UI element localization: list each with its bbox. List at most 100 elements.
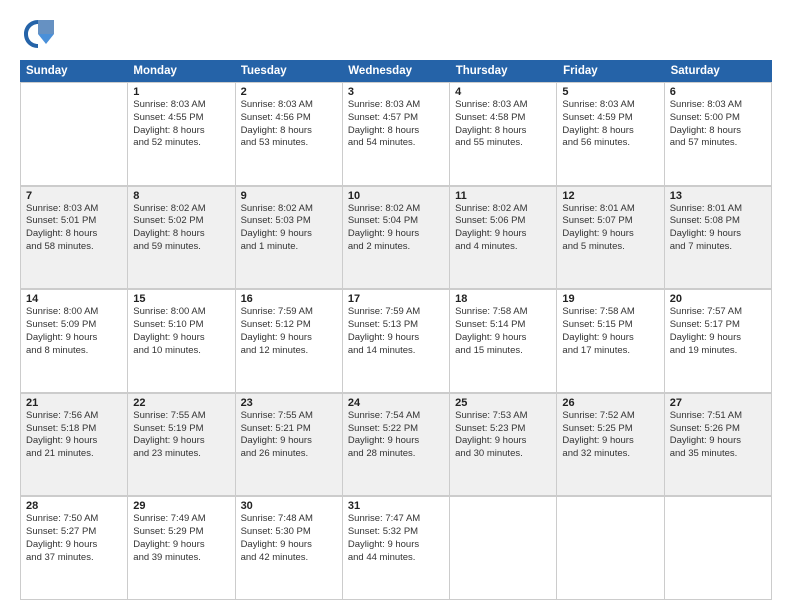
calendar-body: 1Sunrise: 8:03 AMSunset: 4:55 PMDaylight… xyxy=(20,82,772,600)
calendar-cell xyxy=(450,497,557,600)
day-number: 20 xyxy=(670,293,766,305)
logo-icon xyxy=(20,16,56,52)
cell-info-line: and 14 minutes. xyxy=(348,345,444,358)
calendar-cell: 31Sunrise: 7:47 AMSunset: 5:32 PMDayligh… xyxy=(343,497,450,600)
cell-info-line: and 42 minutes. xyxy=(241,552,337,565)
calendar-week: 1Sunrise: 8:03 AMSunset: 4:55 PMDaylight… xyxy=(20,82,772,186)
cell-info-line: Daylight: 8 hours xyxy=(455,125,551,138)
cell-info-line: Daylight: 8 hours xyxy=(241,125,337,138)
cell-info-line: Sunrise: 8:02 AM xyxy=(241,203,337,216)
calendar-cell: 28Sunrise: 7:50 AMSunset: 5:27 PMDayligh… xyxy=(21,497,128,600)
cell-info-line: Sunset: 5:22 PM xyxy=(348,423,444,436)
cell-info-line: Sunrise: 8:01 AM xyxy=(670,203,766,216)
page: SundayMondayTuesdayWednesdayThursdayFrid… xyxy=(0,0,792,612)
cell-info-line: Daylight: 9 hours xyxy=(348,332,444,345)
day-number: 26 xyxy=(562,397,658,409)
cell-info-line: Sunset: 5:02 PM xyxy=(133,215,229,228)
cell-info-line: Sunrise: 8:02 AM xyxy=(133,203,229,216)
day-number: 30 xyxy=(241,500,337,512)
day-number: 24 xyxy=(348,397,444,409)
day-number: 10 xyxy=(348,190,444,202)
cell-info-line: Sunrise: 7:56 AM xyxy=(26,410,122,423)
calendar-cell: 10Sunrise: 8:02 AMSunset: 5:04 PMDayligh… xyxy=(343,187,450,290)
cell-info-line: Daylight: 9 hours xyxy=(348,435,444,448)
cell-info-line: Daylight: 9 hours xyxy=(241,228,337,241)
cell-info-line: Daylight: 9 hours xyxy=(562,435,658,448)
cell-info-line: Daylight: 9 hours xyxy=(455,435,551,448)
calendar-cell: 2Sunrise: 8:03 AMSunset: 4:56 PMDaylight… xyxy=(236,83,343,186)
cell-info-line: Daylight: 8 hours xyxy=(133,125,229,138)
cell-info-line: Sunrise: 7:48 AM xyxy=(241,513,337,526)
calendar-cell: 18Sunrise: 7:58 AMSunset: 5:14 PMDayligh… xyxy=(450,290,557,393)
cell-info-line: and 37 minutes. xyxy=(26,552,122,565)
cell-info-line: Sunset: 4:56 PM xyxy=(241,112,337,125)
calendar-header-cell: Thursday xyxy=(450,60,557,82)
cell-info-line: and 55 minutes. xyxy=(455,137,551,150)
cell-info-line: Sunset: 5:15 PM xyxy=(562,319,658,332)
cell-info-line: Sunrise: 7:55 AM xyxy=(241,410,337,423)
cell-info-line: and 53 minutes. xyxy=(241,137,337,150)
calendar-header-cell: Tuesday xyxy=(235,60,342,82)
day-number: 1 xyxy=(133,86,229,98)
day-number: 15 xyxy=(133,293,229,305)
cell-info-line: and 5 minutes. xyxy=(562,241,658,254)
cell-info-line: Daylight: 8 hours xyxy=(670,125,766,138)
cell-info-line: and 35 minutes. xyxy=(670,448,766,461)
cell-info-line: Daylight: 9 hours xyxy=(562,228,658,241)
calendar-cell: 30Sunrise: 7:48 AMSunset: 5:30 PMDayligh… xyxy=(236,497,343,600)
cell-info-line: and 59 minutes. xyxy=(133,241,229,254)
cell-info-line: Sunrise: 7:51 AM xyxy=(670,410,766,423)
calendar-cell: 24Sunrise: 7:54 AMSunset: 5:22 PMDayligh… xyxy=(343,394,450,497)
cell-info-line: Sunrise: 8:03 AM xyxy=(133,99,229,112)
day-number: 23 xyxy=(241,397,337,409)
cell-info-line: Sunset: 5:10 PM xyxy=(133,319,229,332)
calendar-cell xyxy=(665,497,772,600)
cell-info-line: Sunrise: 8:03 AM xyxy=(241,99,337,112)
cell-info-line: Sunset: 5:06 PM xyxy=(455,215,551,228)
cell-info-line: Daylight: 9 hours xyxy=(26,539,122,552)
cell-info-line: and 54 minutes. xyxy=(348,137,444,150)
cell-info-line: Sunrise: 7:54 AM xyxy=(348,410,444,423)
cell-info-line: Sunrise: 7:49 AM xyxy=(133,513,229,526)
cell-info-line: and 52 minutes. xyxy=(133,137,229,150)
calendar-cell: 3Sunrise: 8:03 AMSunset: 4:57 PMDaylight… xyxy=(343,83,450,186)
calendar-week: 7Sunrise: 8:03 AMSunset: 5:01 PMDaylight… xyxy=(20,186,772,290)
calendar-cell: 26Sunrise: 7:52 AMSunset: 5:25 PMDayligh… xyxy=(557,394,664,497)
cell-info-line: and 39 minutes. xyxy=(133,552,229,565)
calendar-cell: 9Sunrise: 8:02 AMSunset: 5:03 PMDaylight… xyxy=(236,187,343,290)
cell-info-line: and 23 minutes. xyxy=(133,448,229,461)
cell-info-line: Daylight: 9 hours xyxy=(241,332,337,345)
day-number: 21 xyxy=(26,397,122,409)
cell-info-line: Daylight: 9 hours xyxy=(26,435,122,448)
day-number: 14 xyxy=(26,293,122,305)
cell-info-line: Sunrise: 7:58 AM xyxy=(562,306,658,319)
cell-info-line: Daylight: 9 hours xyxy=(670,228,766,241)
cell-info-line: Sunrise: 8:00 AM xyxy=(26,306,122,319)
cell-info-line: Daylight: 9 hours xyxy=(26,332,122,345)
cell-info-line: Daylight: 8 hours xyxy=(348,125,444,138)
cell-info-line: and 30 minutes. xyxy=(455,448,551,461)
cell-info-line: Sunset: 5:27 PM xyxy=(26,526,122,539)
cell-info-line: Sunset: 4:55 PM xyxy=(133,112,229,125)
calendar-week: 21Sunrise: 7:56 AMSunset: 5:18 PMDayligh… xyxy=(20,393,772,497)
day-number: 11 xyxy=(455,190,551,202)
cell-info-line: Sunset: 5:25 PM xyxy=(562,423,658,436)
cell-info-line: and 8 minutes. xyxy=(26,345,122,358)
cell-info-line: and 4 minutes. xyxy=(455,241,551,254)
day-number: 28 xyxy=(26,500,122,512)
cell-info-line: Sunrise: 7:50 AM xyxy=(26,513,122,526)
day-number: 12 xyxy=(562,190,658,202)
cell-info-line: Sunset: 4:59 PM xyxy=(562,112,658,125)
calendar-cell xyxy=(21,83,128,186)
calendar-header-cell: Wednesday xyxy=(342,60,449,82)
day-number: 22 xyxy=(133,397,229,409)
cell-info-line: Sunset: 5:14 PM xyxy=(455,319,551,332)
day-number: 9 xyxy=(241,190,337,202)
calendar-cell: 27Sunrise: 7:51 AMSunset: 5:26 PMDayligh… xyxy=(665,394,772,497)
header xyxy=(20,16,772,52)
cell-info-line: and 12 minutes. xyxy=(241,345,337,358)
cell-info-line: Daylight: 9 hours xyxy=(133,332,229,345)
cell-info-line: Sunset: 5:08 PM xyxy=(670,215,766,228)
cell-info-line: and 10 minutes. xyxy=(133,345,229,358)
calendar-cell: 29Sunrise: 7:49 AMSunset: 5:29 PMDayligh… xyxy=(128,497,235,600)
